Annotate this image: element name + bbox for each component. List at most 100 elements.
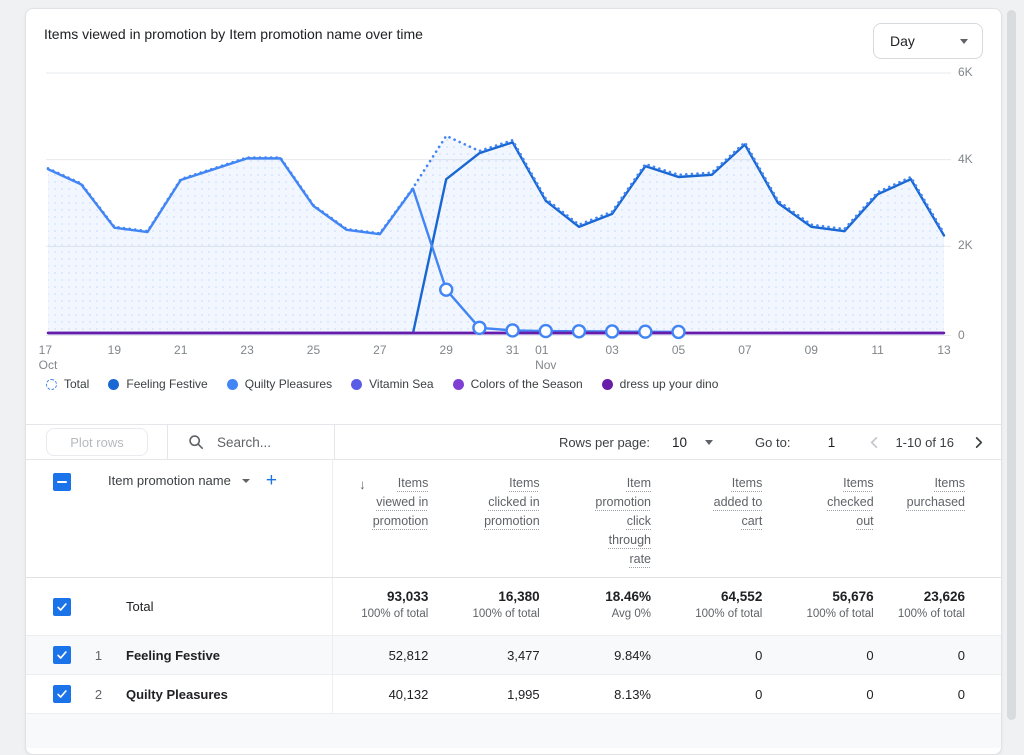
- column-header[interactable]: ↓Items viewed in promotion: [333, 460, 444, 577]
- chevron-down-icon[interactable]: [705, 440, 713, 445]
- column-header[interactable]: Items purchased: [890, 460, 1001, 577]
- legend-label: Total: [64, 377, 89, 391]
- row-checkbox[interactable]: [53, 646, 71, 664]
- legend-label: Colors of the Season: [471, 377, 583, 391]
- page-title: Items viewed in promotion by Item promot…: [44, 26, 423, 42]
- total-metric-cell: 93,033100% of total: [333, 578, 444, 635]
- total-row-label: Total: [126, 599, 153, 614]
- dimension-selector[interactable]: Item promotion name: [108, 473, 250, 488]
- next-page-button[interactable]: [972, 436, 985, 449]
- chart-legend: Total Feeling Festive Quilty Pleasures Vita…: [46, 377, 718, 391]
- legend-item[interactable]: Total: [46, 377, 89, 391]
- total-metric-cell: 16,380 100% of total: [444, 578, 555, 635]
- x-axis-label: 31: [506, 343, 519, 358]
- legend-item[interactable]: dress up your dino: [602, 377, 719, 391]
- legend-item[interactable]: Colors of the Season: [453, 377, 583, 391]
- metric-cell: 0: [667, 648, 778, 663]
- time-series-chart: 02K4K6K 17Oct1921232527293101Nov03050709…: [26, 61, 1001, 424]
- total-value: 23,626: [890, 589, 965, 604]
- prev-page-button[interactable]: [868, 436, 881, 449]
- x-axis-label: 05: [672, 343, 685, 358]
- y-axis-label: 4K: [958, 152, 992, 166]
- goto-page-input[interactable]: [816, 434, 846, 451]
- legend-swatch-icon: [108, 379, 119, 390]
- y-axis-label: 2K: [958, 238, 992, 252]
- table-row: 2Quilty Pleasures40,1321,9958.13%000: [26, 674, 1001, 713]
- column-header-label: Items clicked in promotion: [476, 474, 540, 531]
- legend-label: dress up your dino: [620, 377, 719, 391]
- metric-cell: 9.84%: [556, 648, 667, 663]
- chevron-down-icon: [960, 39, 968, 44]
- total-value: 16,380: [444, 589, 539, 604]
- legend-label: Quilty Pleasures: [245, 377, 332, 391]
- row-dimension-cell: 2Quilty Pleasures: [26, 675, 333, 713]
- goto-label: Go to:: [755, 435, 790, 450]
- check-icon: [56, 649, 68, 661]
- column-header[interactable]: Item promotion click through rate: [556, 460, 667, 577]
- total-sub-label: 100% of total: [667, 608, 762, 620]
- row-index: 1: [71, 648, 126, 663]
- total-metric-cell: 23,626 100% of total: [890, 578, 1001, 635]
- indeterminate-icon: [57, 481, 67, 483]
- metric-cell: 8.13%: [556, 687, 667, 702]
- row-name: Quilty Pleasures: [126, 687, 228, 702]
- x-axis-label: 11: [871, 343, 883, 358]
- total-value: 56,676: [778, 589, 873, 604]
- x-axis-label: 01Nov: [535, 343, 556, 373]
- column-header[interactable]: Items added to cart: [667, 460, 778, 577]
- metric-cell: 0: [667, 687, 778, 702]
- x-axis-label: 13: [937, 343, 950, 358]
- chevron-down-icon: [242, 479, 250, 483]
- column-header[interactable]: Items checked out: [778, 460, 889, 577]
- page-scrollbar[interactable]: [1007, 10, 1016, 720]
- legend-item[interactable]: Quilty Pleasures: [227, 377, 332, 391]
- column-header-label: Items viewed in promotion: [364, 474, 428, 531]
- search-icon: [188, 434, 204, 450]
- select-all-checkbox[interactable]: [53, 473, 71, 491]
- chevron-left-icon: [868, 436, 881, 449]
- total-dimension-cell: Total: [26, 578, 333, 635]
- sort-descending-icon: ↓: [359, 475, 366, 494]
- dimension-header-cell: Item promotion name +: [26, 460, 333, 577]
- interval-select[interactable]: Day: [873, 23, 983, 59]
- table-body: 1Feeling Festive52,8123,4779.84%0002Quil…: [26, 635, 1001, 713]
- total-sub-label: 100% of total: [444, 608, 539, 620]
- chevron-right-icon: [972, 436, 985, 449]
- column-header-label: Items purchased: [901, 474, 965, 512]
- legend-swatch-icon: [351, 379, 362, 390]
- legend-item[interactable]: Feeling Festive: [108, 377, 207, 391]
- check-icon: [56, 601, 68, 613]
- chart-plot-area: [46, 61, 951, 351]
- total-row-checkbox[interactable]: [53, 598, 71, 616]
- metric-cell: 52,812: [333, 648, 444, 663]
- y-axis-label: 0: [958, 328, 992, 342]
- rows-per-page-value[interactable]: 10: [672, 435, 687, 450]
- x-axis-label: 27: [373, 343, 386, 358]
- legend-swatch-icon: [453, 379, 464, 390]
- search-input[interactable]: [215, 434, 319, 451]
- plot-rows-button[interactable]: Plot rows: [46, 428, 148, 456]
- legend-item[interactable]: Vitamin Sea: [351, 377, 433, 391]
- row-checkbox[interactable]: [53, 685, 71, 703]
- column-header[interactable]: Items clicked in promotion: [444, 460, 555, 577]
- table-header-row: Item promotion name + ↓Items viewed in p…: [26, 460, 1001, 577]
- metric-cell: 0: [778, 687, 889, 702]
- row-index: 2: [71, 687, 126, 702]
- pagination-controls: Rows per page: 10 Go to: 1-10 of 16: [559, 434, 1001, 451]
- column-header-label: Item promotion click through rate: [587, 474, 651, 569]
- column-header-label: Items added to cart: [698, 474, 762, 531]
- x-axis-label: 29: [440, 343, 453, 358]
- x-axis-label: 09: [805, 343, 818, 358]
- y-axis-label: 6K: [958, 65, 992, 79]
- total-metric-cell: 64,552100% of total: [667, 578, 778, 635]
- x-axis-label: 25: [307, 343, 320, 358]
- legend-label: Feeling Festive: [126, 377, 207, 391]
- total-value: 18.46%: [556, 589, 651, 604]
- add-dimension-button[interactable]: +: [266, 473, 277, 489]
- total-sub-label: 100% of total: [890, 608, 965, 620]
- search-box[interactable]: [168, 425, 335, 459]
- x-axis-label: 23: [240, 343, 253, 358]
- table-row: [26, 713, 1001, 748]
- column-header-label: Items checked out: [810, 474, 874, 531]
- dimension-label: Item promotion name: [108, 473, 231, 488]
